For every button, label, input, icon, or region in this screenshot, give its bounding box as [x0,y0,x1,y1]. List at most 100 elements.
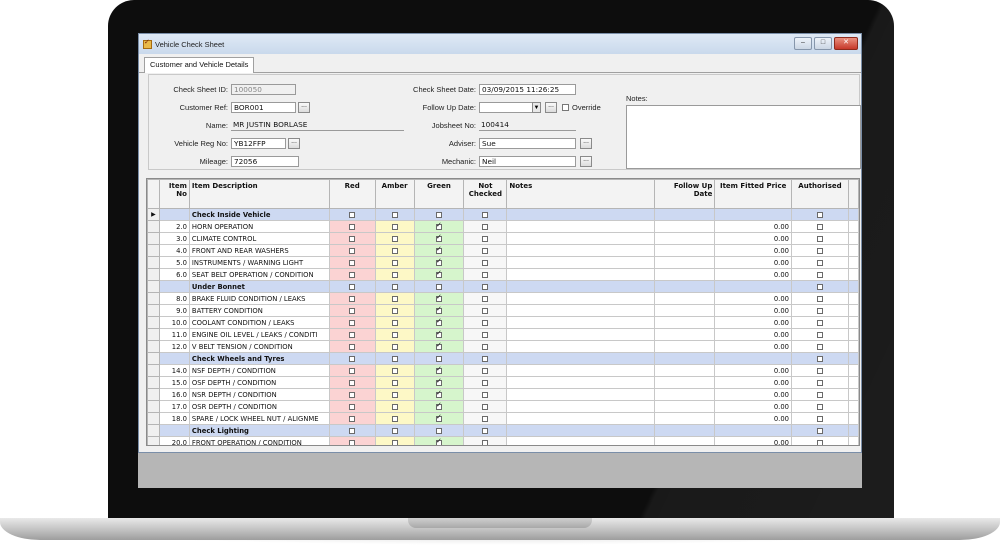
checkbox[interactable] [391,283,398,290]
authorised-cell[interactable] [791,280,849,293]
authorised-cell[interactable] [791,376,849,389]
checked-checkbox[interactable] [436,438,443,445]
chevron-down-icon[interactable]: ▼ [532,102,541,113]
checkbox[interactable] [482,295,489,302]
green-cell[interactable] [413,208,465,221]
follow-up-date-cell[interactable] [653,292,716,305]
authorised-cell[interactable] [791,256,849,269]
notes-cell[interactable] [506,208,655,221]
green-cell[interactable] [413,316,465,329]
notes-cell[interactable] [506,340,655,353]
item-fitted-price-cell[interactable] [714,424,792,437]
vehicle-reg-lookup-button[interactable]: ... [288,138,300,149]
row-selector[interactable] [147,304,160,317]
col-header-notes[interactable]: Notes [506,179,655,209]
green-cell[interactable] [413,352,465,365]
red-cell[interactable] [328,220,376,233]
category-row[interactable]: ▶ Check Inside Vehicle [147,208,859,221]
checkbox[interactable] [816,439,823,445]
checkbox[interactable] [482,259,489,266]
red-cell[interactable] [328,340,376,353]
checked-checkbox[interactable] [436,270,443,278]
not-checked-cell[interactable] [463,316,508,329]
checkbox[interactable] [349,331,356,338]
notes-cell[interactable] [506,268,655,281]
item-fitted-price-cell[interactable]: 0.00 [714,304,792,317]
item-fitted-price-cell[interactable] [714,208,792,221]
row-selector[interactable] [147,376,160,389]
checked-checkbox[interactable] [436,222,443,230]
checkbox[interactable] [482,247,489,254]
checked-checkbox[interactable] [436,294,443,302]
item-fitted-price-cell[interactable]: 0.00 [714,412,792,425]
mechanic-lookup-button[interactable]: ... [580,156,592,167]
authorised-cell[interactable] [791,364,849,377]
checkbox[interactable] [816,403,823,410]
checkbox[interactable] [436,283,443,290]
checkbox[interactable] [816,319,823,326]
row-selector[interactable] [147,364,160,377]
current-row-arrow-icon[interactable]: ▶ [147,208,160,221]
red-cell[interactable] [328,316,376,329]
title-bar[interactable]: Vehicle Check Sheet – □ ✕ [139,34,861,54]
notes-field[interactable] [626,105,861,169]
row-selector[interactable] [147,280,160,293]
checkbox[interactable] [816,247,823,254]
adviser-lookup-button[interactable]: ... [580,138,592,149]
checkbox[interactable] [816,367,823,374]
checkbox[interactable] [436,211,443,218]
checkbox[interactable] [391,271,398,278]
col-header-red[interactable]: Red [328,179,376,209]
table-row[interactable]: 15.0OSF DEPTH / CONDITION 0.00 [147,376,859,389]
checkbox[interactable] [391,367,398,374]
checkbox[interactable] [349,379,356,386]
amber-cell[interactable] [374,400,415,413]
checked-checkbox[interactable] [436,330,443,338]
col-header-authorised[interactable]: Authorised [791,179,849,209]
not-checked-cell[interactable] [463,340,508,353]
checkbox[interactable] [816,211,823,218]
authorised-cell[interactable] [791,340,849,353]
table-row[interactable]: 20.0FRONT OPERATION / CONDITION 0.00 [147,436,859,445]
table-row[interactable]: 5.0INSTRUMENTS / WARNING LIGHT 0.00 [147,256,859,269]
item-fitted-price-cell[interactable] [714,280,792,293]
checkbox[interactable] [482,319,489,326]
checkbox[interactable] [816,427,823,434]
checkbox[interactable] [816,259,823,266]
notes-cell[interactable] [506,220,655,233]
checkbox[interactable] [816,391,823,398]
checkbox[interactable] [816,415,823,422]
minimize-icon[interactable]: – [794,37,812,50]
checkbox[interactable] [482,355,489,362]
checkbox[interactable] [816,235,823,242]
checkbox[interactable] [391,415,398,422]
checkbox[interactable] [482,379,489,386]
not-checked-cell[interactable] [463,364,508,377]
checked-checkbox[interactable] [436,366,443,374]
authorised-cell[interactable] [791,388,849,401]
follow-up-date-field[interactable] [479,102,540,113]
checkbox[interactable] [482,331,489,338]
checkbox[interactable] [349,439,356,445]
table-row[interactable]: 14.0NSF DEPTH / CONDITION 0.00 [147,364,859,377]
item-fitted-price-cell[interactable]: 0.00 [714,244,792,257]
notes-cell[interactable] [506,364,655,377]
amber-cell[interactable] [374,232,415,245]
vehicle-reg-field[interactable]: YB12FFP [231,138,286,149]
amber-cell[interactable] [374,268,415,281]
amber-cell[interactable] [374,244,415,257]
checkbox[interactable] [349,319,356,326]
checked-checkbox[interactable] [436,258,443,266]
item-fitted-price-cell[interactable]: 0.00 [714,292,792,305]
table-row[interactable]: 12.0V BELT TENSION / CONDITION 0.00 [147,340,859,353]
amber-cell[interactable] [374,328,415,341]
follow-up-date-cell[interactable] [653,340,716,353]
notes-cell[interactable] [506,304,655,317]
amber-cell[interactable] [374,208,415,221]
item-fitted-price-cell[interactable]: 0.00 [714,340,792,353]
checkbox[interactable] [349,271,356,278]
col-header-follow-up-date[interactable]: Follow Up Date [653,179,716,209]
amber-cell[interactable] [374,256,415,269]
green-cell[interactable] [413,244,465,257]
row-selector[interactable] [147,316,160,329]
